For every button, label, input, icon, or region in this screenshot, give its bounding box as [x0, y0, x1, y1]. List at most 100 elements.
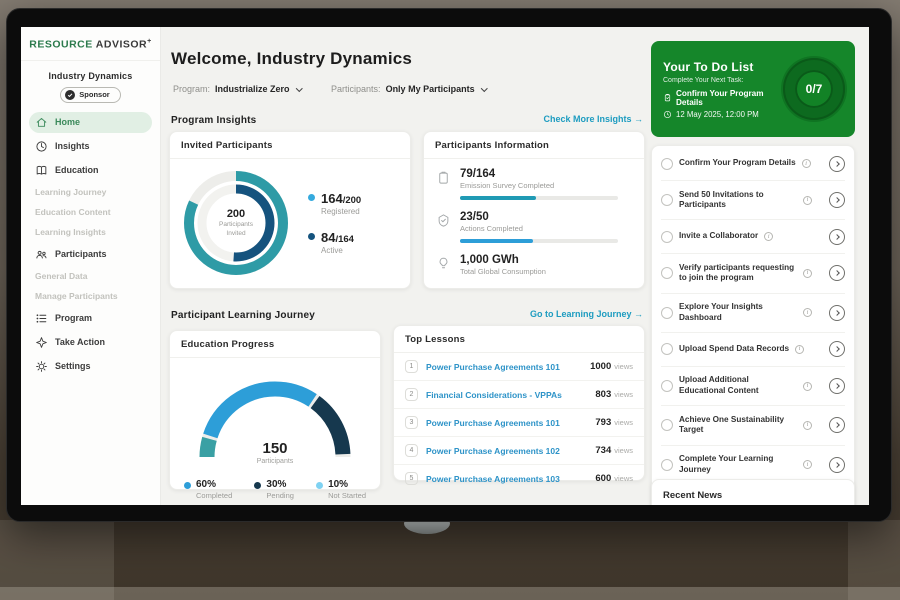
- task-row-complete-learning-journey[interactable]: Complete Your Learning Journey i: [661, 445, 845, 484]
- todo-subtitle: Complete Your Next Task:: [663, 77, 775, 84]
- legend-item-active: 84/164 Active: [308, 230, 361, 255]
- task-checkbox[interactable]: [661, 231, 673, 243]
- sidebar-item-label: Home: [55, 117, 80, 127]
- sidebar-item-education[interactable]: Education: [29, 160, 152, 181]
- sidebar-item-learning-journey[interactable]: Learning Journey: [29, 184, 152, 201]
- todo-progress-value: 0/7: [806, 82, 823, 96]
- brand-logo: RESOURCE ADVISOR+: [21, 27, 160, 61]
- task-open-button[interactable]: [829, 378, 845, 394]
- list-icon: [35, 312, 48, 325]
- task-open-button[interactable]: [829, 265, 845, 281]
- task-checkbox[interactable]: [661, 380, 673, 392]
- task-checkbox[interactable]: [661, 459, 673, 471]
- info-icon[interactable]: i: [795, 345, 804, 354]
- task-label: Invite a Collaborator: [679, 231, 758, 242]
- go-to-learning-journey-link[interactable]: Go to Learning Journey →: [530, 309, 643, 319]
- chevron-down-icon: [296, 85, 302, 91]
- info-icon[interactable]: i: [803, 460, 812, 469]
- participants-dropdown[interactable]: Participants:Only My Participants: [331, 84, 486, 94]
- todo-due-label: 12 May 2025, 12:00 PM: [676, 110, 759, 119]
- invited-participants-card: Invited Participants 200 Participant: [169, 131, 411, 289]
- sponsor-icon: [65, 90, 75, 100]
- gear-icon: [35, 360, 48, 373]
- task-row-send-invitations[interactable]: Send 50 Invitations to Participants i: [661, 180, 845, 219]
- sidebar-item-label: Education: [55, 165, 99, 175]
- info-icon[interactable]: i: [803, 269, 812, 278]
- book-icon: [35, 164, 48, 177]
- gauge-center-value: 150: [190, 440, 360, 457]
- info-icon[interactable]: i: [803, 196, 812, 205]
- lesson-title-link[interactable]: Power Purchase Agreements 102: [426, 446, 587, 456]
- task-open-button[interactable]: [829, 192, 845, 208]
- task-row-verify-participants[interactable]: Verify participants requesting to join t…: [661, 253, 845, 292]
- legend-item-not-started: 10% Not Started: [316, 479, 366, 500]
- lightbulb-icon: [436, 256, 451, 271]
- donut-center-value: 200: [227, 208, 245, 220]
- task-checkbox[interactable]: [661, 343, 673, 355]
- sidebar-item-general-data[interactable]: General Data: [29, 268, 152, 285]
- task-open-button[interactable]: [829, 229, 845, 245]
- sidebar-item-program[interactable]: Program: [29, 308, 152, 329]
- task-checkbox[interactable]: [661, 307, 673, 319]
- info-icon[interactable]: i: [802, 159, 811, 168]
- task-row-explore-insights[interactable]: Explore Your Insights Dashboard i: [661, 293, 845, 332]
- sidebar-item-learning-insights[interactable]: Learning Insights: [29, 224, 152, 241]
- legend-item-pending: 30% Pending: [254, 479, 294, 500]
- task-checkbox[interactable]: [661, 267, 673, 279]
- info-icon[interactable]: i: [764, 232, 773, 241]
- chevron-right-icon: [834, 234, 840, 240]
- lesson-row[interactable]: 3 Power Purchase Agreements 101 793views: [394, 409, 644, 437]
- task-checkbox[interactable]: [661, 158, 673, 170]
- check-more-insights-label: Check More Insights: [543, 114, 631, 124]
- task-row-achieve-target[interactable]: Achieve One Sustainability Target i: [661, 405, 845, 444]
- lesson-row[interactable]: 2 Financial Considerations - VPPAs 803vi…: [394, 381, 644, 409]
- sidebar-item-manage-participants[interactable]: Manage Participants: [29, 288, 152, 305]
- background-bottom-strip: [0, 587, 900, 600]
- task-open-button[interactable]: [829, 156, 845, 172]
- program-dropdown[interactable]: Program:Industrialize Zero: [173, 84, 301, 94]
- sidebar: RESOURCE ADVISOR+ Industry Dynamics Spon…: [21, 27, 161, 505]
- lesson-title-link[interactable]: Power Purchase Agreements 101: [426, 418, 587, 428]
- info-icon[interactable]: i: [803, 382, 812, 391]
- lesson-title-link[interactable]: Power Purchase Agreements 103: [426, 474, 587, 484]
- task-open-button[interactable]: [829, 305, 845, 321]
- sidebar-item-label: Manage Participants: [35, 291, 118, 301]
- sidebar-item-insights[interactable]: Insights: [29, 136, 152, 157]
- lesson-rank: 2: [405, 388, 418, 401]
- sidebar-item-home[interactable]: Home: [29, 112, 152, 133]
- check-more-insights-link[interactable]: Check More Insights →: [543, 114, 643, 124]
- chevron-right-icon: [834, 271, 840, 277]
- task-open-button[interactable]: [829, 417, 845, 433]
- organization-name: Industry Dynamics: [21, 71, 160, 81]
- lesson-title-link[interactable]: Power Purchase Agreements 101: [426, 362, 582, 372]
- sidebar-item-take-action[interactable]: Take Action: [29, 332, 152, 353]
- sidebar-item-settings[interactable]: Settings: [29, 356, 152, 377]
- task-open-button[interactable]: [829, 341, 845, 357]
- chevron-right-icon: [834, 383, 840, 389]
- brand-logo-plus: +: [147, 38, 152, 45]
- home-icon: [35, 116, 48, 129]
- lesson-row[interactable]: 1 Power Purchase Agreements 101 1000view…: [394, 353, 644, 381]
- task-row-upload-educational-content[interactable]: Upload Additional Educational Content i: [661, 366, 845, 405]
- page-title: Welcome, Industry Dynamics: [171, 49, 412, 69]
- task-row-invite-collaborator[interactable]: Invite a Collaborator i: [661, 219, 845, 253]
- progress-track: [460, 196, 618, 200]
- legend-dot-pending: [254, 482, 261, 489]
- task-row-upload-spend-data[interactable]: Upload Spend Data Records i: [661, 332, 845, 366]
- sidebar-item-participants[interactable]: Participants: [29, 244, 152, 265]
- sidebar-item-education-content[interactable]: Education Content: [29, 204, 152, 221]
- chevron-right-icon: [834, 423, 840, 429]
- task-checkbox[interactable]: [661, 194, 673, 206]
- participants-label: Participants:: [331, 84, 381, 94]
- top-lessons-card: Top Lessons 1 Power Purchase Agreements …: [393, 325, 645, 481]
- task-checkbox[interactable]: [661, 419, 673, 431]
- lesson-row[interactable]: 4 Power Purchase Agreements 102 734views: [394, 437, 644, 465]
- lesson-title-link[interactable]: Financial Considerations - VPPAs: [426, 390, 587, 400]
- todo-progress-ring: 0/7: [783, 58, 845, 120]
- info-icon[interactable]: i: [803, 308, 812, 317]
- task-open-button[interactable]: [829, 457, 845, 473]
- card-title: Top Lessons: [394, 326, 644, 353]
- task-row-confirm-program[interactable]: Confirm Your Program Details i: [661, 147, 845, 180]
- info-icon[interactable]: i: [803, 421, 812, 430]
- lesson-row[interactable]: 5 Power Purchase Agreements 103 600views: [394, 465, 644, 492]
